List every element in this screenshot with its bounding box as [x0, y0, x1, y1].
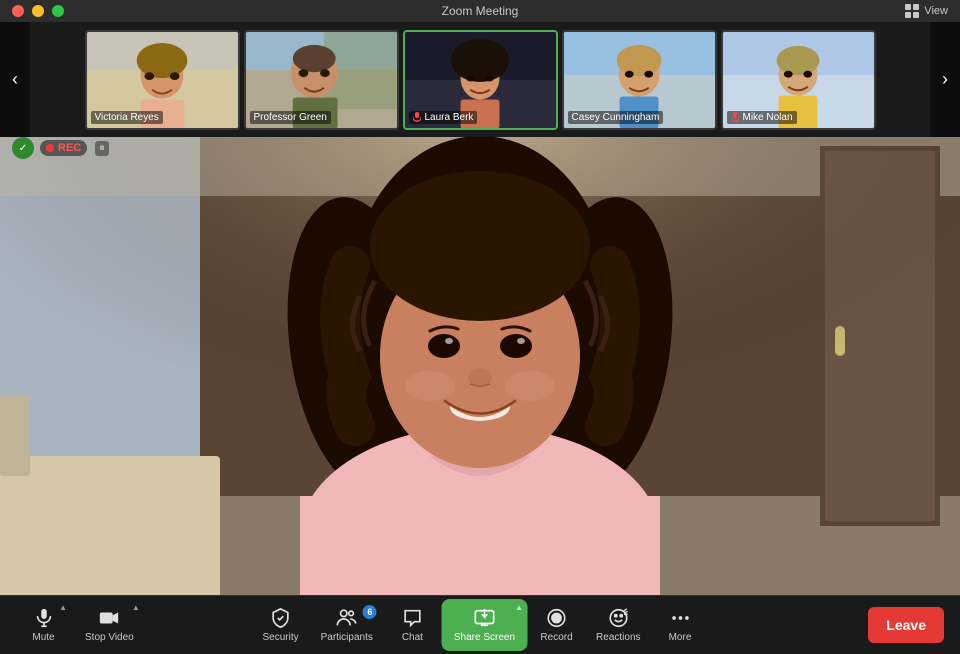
rec-text: REC: [58, 142, 81, 154]
video-background: [0, 137, 960, 595]
thumbnail-strip: ‹ Victoria Reyes: [0, 22, 960, 137]
participants-button[interactable]: 6 Participants: [311, 599, 383, 651]
reactions-button[interactable]: Reactions: [586, 599, 650, 651]
rec-dot: [46, 144, 54, 152]
participant-count-badge: 6: [363, 605, 377, 619]
share-screen-arrow[interactable]: ▲: [515, 603, 523, 612]
prev-arrow[interactable]: ‹: [0, 22, 30, 137]
thumb-label-3: Laura Berk: [409, 111, 478, 124]
participants-label: Participants: [321, 632, 373, 643]
thumbnail-professor-green[interactable]: Professor Green: [244, 30, 399, 130]
mute-button[interactable]: ▲ Mute: [16, 599, 71, 651]
video-arrow[interactable]: ▲: [132, 603, 140, 612]
reactions-icon: [607, 607, 629, 629]
thumb-label-1: Victoria Reyes: [91, 111, 163, 124]
chat-button[interactable]: Chat: [385, 599, 440, 651]
next-arrow[interactable]: ›: [930, 22, 960, 137]
leave-button[interactable]: Leave: [868, 607, 944, 643]
thumbnail-laura-berk[interactable]: Laura Berk: [403, 30, 558, 130]
title-bar: Zoom Meeting View: [0, 0, 960, 22]
window-controls[interactable]: [12, 5, 64, 17]
microphone-icon: [33, 607, 55, 629]
mute-arrow[interactable]: ▲: [59, 603, 67, 612]
minimize-button[interactable]: [32, 5, 44, 17]
chat-icon: [401, 607, 423, 629]
thumb-label-5: Mike Nolan: [727, 111, 797, 124]
thumbnail-mike-nolan[interactable]: Mike Nolan: [721, 30, 876, 130]
security-button[interactable]: Security: [253, 599, 309, 651]
security-label: Security: [263, 632, 299, 643]
rec-pause-button[interactable]: ⏸: [95, 141, 109, 156]
thumbnail-casey-cunningham[interactable]: Casey Cunningham: [562, 30, 717, 130]
thumbnail-victoria-reyes[interactable]: Victoria Reyes: [85, 30, 240, 130]
share-screen-label: Share Screen: [454, 632, 515, 643]
more-icon: [669, 607, 691, 629]
reactions-label: Reactions: [596, 632, 640, 643]
rec-indicator: REC: [40, 140, 87, 156]
record-button[interactable]: Record: [529, 599, 584, 651]
record-icon: [546, 607, 568, 629]
security-icon: [270, 607, 292, 629]
share-screen-button[interactable]: ▲ Share Screen: [442, 599, 527, 651]
chat-label: Chat: [402, 632, 423, 643]
close-button[interactable]: [12, 5, 24, 17]
maximize-button[interactable]: [52, 5, 64, 17]
toolbar-right: Leave: [868, 607, 944, 643]
stop-video-button[interactable]: ▲ Stop Video: [75, 599, 144, 651]
mute-label: Mute: [32, 632, 54, 643]
more-label: More: [669, 632, 692, 643]
thumb-label-2: Professor Green: [250, 111, 331, 124]
thumb-label-4: Casey Cunningham: [568, 111, 664, 124]
view-button[interactable]: View: [904, 3, 948, 19]
shield-icon: ✓: [12, 137, 34, 159]
toolbar: ▲ Mute ▲ Stop Video Secur: [0, 595, 960, 654]
main-video-area: [0, 137, 960, 595]
toolbar-left: ▲ Mute ▲ Stop Video: [16, 599, 144, 651]
window-title: Zoom Meeting: [442, 4, 519, 18]
video-icon: [98, 607, 120, 629]
thumbnails-container: Victoria Reyes Professor Green: [30, 24, 930, 136]
participants-icon: [336, 607, 358, 629]
more-button[interactable]: More: [653, 599, 708, 651]
record-label: Record: [540, 632, 572, 643]
recording-badge: ✓ REC ⏸: [12, 137, 109, 159]
stop-video-label: Stop Video: [85, 632, 134, 643]
toolbar-center: Security 6 Participants Chat ▲: [253, 599, 708, 651]
share-screen-icon: [473, 607, 495, 629]
